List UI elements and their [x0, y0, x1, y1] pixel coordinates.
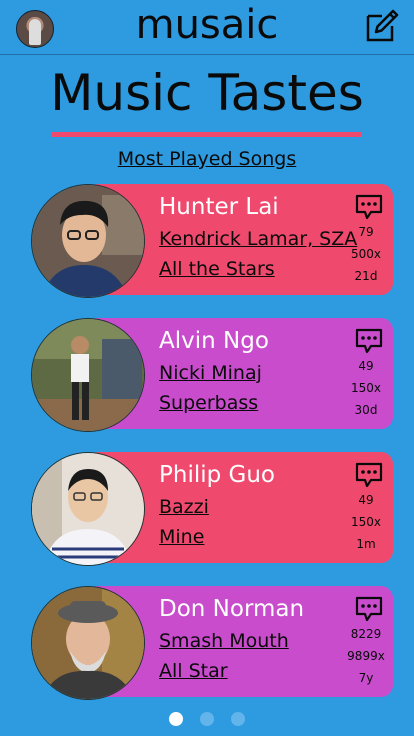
play-count: 9899x	[347, 649, 385, 663]
title-underline	[52, 132, 361, 137]
message-icon[interactable]	[355, 328, 383, 354]
page-dot[interactable]	[200, 712, 214, 726]
artist-link[interactable]: Nicki Minaj	[159, 362, 262, 384]
user-name: Hunter Lai	[159, 194, 279, 220]
time-ago: 1m	[356, 537, 376, 551]
user-photo[interactable]	[31, 184, 145, 298]
play-count: 150x	[350, 381, 381, 395]
page-indicator	[0, 711, 414, 730]
comment-count: 49	[358, 359, 374, 373]
compose-icon	[366, 9, 399, 42]
song-link[interactable]: All Star	[159, 660, 228, 682]
time-ago: 7y	[358, 671, 374, 685]
song-link[interactable]: Mine	[159, 526, 204, 548]
most-played-songs-link[interactable]: Most Played Songs	[0, 148, 414, 170]
page-title: Music Tastes	[50, 64, 364, 122]
comment-count: 79	[358, 225, 374, 239]
user-name: Don Norman	[159, 596, 305, 622]
time-ago: 30d	[354, 403, 378, 417]
artist-link[interactable]: Kendrick Lamar, SZA	[159, 228, 357, 250]
comment-count: 8229	[350, 627, 382, 641]
play-count: 150x	[350, 515, 381, 529]
user-name: Alvin Ngo	[159, 328, 269, 354]
artist-link[interactable]: Smash Mouth	[159, 630, 289, 652]
comment-count: 49	[358, 493, 374, 507]
message-icon[interactable]	[355, 596, 383, 622]
user-photo[interactable]	[31, 586, 145, 700]
message-icon[interactable]	[355, 194, 383, 220]
top-bar: musaic	[0, 0, 414, 55]
artist-link[interactable]: Bazzi	[159, 496, 209, 518]
song-link[interactable]: Superbass	[159, 392, 258, 414]
song-link[interactable]: All the Stars	[159, 258, 275, 280]
user-photo[interactable]	[31, 318, 145, 432]
message-icon[interactable]	[355, 462, 383, 488]
user-photo[interactable]	[31, 452, 145, 566]
page-dot[interactable]	[231, 712, 246, 726]
user-name: Philip Guo	[159, 462, 275, 488]
compose-button[interactable]	[364, 8, 400, 44]
time-ago: 21d	[354, 269, 378, 283]
play-count: 500x	[350, 247, 381, 261]
page-dot[interactable]	[168, 712, 183, 726]
app-title: musaic	[135, 2, 279, 48]
